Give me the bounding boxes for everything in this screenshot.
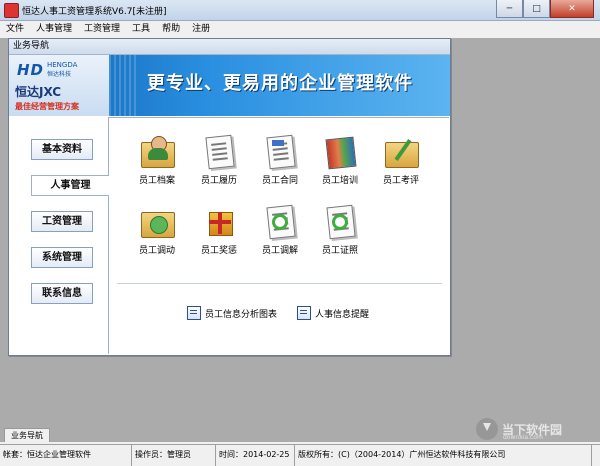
product-name: 恒达JXC [15,85,62,99]
minimize-button[interactable]: ─ [496,0,523,18]
banner-decoration [109,55,139,116]
mediation-label: 员工调解 [261,246,298,256]
window-title: 恒达人事工资管理系统V6.7[未注册] [22,7,167,17]
status-copyright: 版权所有：(C)（2004-2014）广州恒达软件科技有限公司 [295,445,592,466]
mediation-item[interactable]: 员工调解 [250,204,310,256]
logo-cn: 恒达科技 [47,71,72,78]
divider [117,283,442,284]
download-icon [476,418,498,440]
child-window-title: 业务导航 [9,39,450,55]
evaluation-label: 员工考评 [382,176,419,186]
employee-analysis-chart-label: 员工信息分析图表 [205,309,278,320]
contract-icon [262,134,298,170]
menu-tools[interactable]: 工具 [126,21,156,38]
reminder-icon [297,306,311,320]
employee-analysis-chart-link[interactable]: 员工信息分析图表 [187,306,277,320]
watermark: 当下软件园 downxia.com [476,418,562,441]
window-controls: ─ □ ✕ [496,0,594,18]
certificate-label: 员工证照 [321,246,358,256]
status-account: 帐套：恒达企业管理软件 [0,445,132,466]
nav-personnel[interactable]: 人事管理 [31,175,109,196]
employee-file-item[interactable]: 员工档案 [127,134,187,186]
app-icon [4,3,19,18]
certificate-icon [322,204,358,240]
logo-panel: HD HENGDA 恒达科技 恒达JXC 最佳经营管理方案 [9,55,109,116]
report-icon [187,306,201,320]
close-button[interactable]: ✕ [550,0,594,18]
nav-salary[interactable]: 工资管理 [31,211,93,232]
nav-contact[interactable]: 联系信息 [31,283,93,304]
nav-basic-info[interactable]: 基本资料 [31,139,93,160]
menu-bar: 文件 人事管理 工资管理 工具 帮助 注册 [0,21,600,38]
certificate-item[interactable]: 员工证照 [310,204,370,256]
logo-en: HENGDA [47,61,78,69]
resume-label: 员工履历 [200,176,237,186]
mediation-icon [262,204,298,240]
training-label: 员工培训 [321,176,358,186]
menu-help[interactable]: 帮助 [156,21,186,38]
business-navigation-window: 业务导航 HD HENGDA 恒达科技 恒达JXC 最佳经营管理方案 更专业、更… [8,38,451,356]
menu-file[interactable]: 文件 [0,21,30,38]
reward-icon [201,204,237,240]
module-panel: 员工档案 员工履历 员工合同 员工培训 员工考评 员工调动 员工奖惩 员工调解 … [108,117,449,354]
personnel-reminder-label: 人事信息提醒 [315,309,370,320]
transfer-item[interactable]: 员工调动 [127,204,187,256]
reward-item[interactable]: 员工奖惩 [189,204,249,256]
training-icon [322,134,358,170]
slogan: 最佳经营管理方案 [15,102,79,111]
personnel-reminder-link[interactable]: 人事信息提醒 [297,306,369,320]
menu-personnel[interactable]: 人事管理 [30,21,78,38]
evaluation-icon [383,134,419,170]
menu-register[interactable]: 注册 [186,21,216,38]
banner-headline: 更专业、更易用的企业管理软件 [147,73,413,94]
menu-salary[interactable]: 工资管理 [78,21,126,38]
contract-item[interactable]: 员工合同 [250,134,310,186]
task-tab-business-navigation[interactable]: 业务导航 [4,428,50,443]
transfer-label: 员工调动 [138,246,175,256]
contract-label: 员工合同 [261,176,298,186]
maximize-button[interactable]: □ [523,0,550,18]
status-bar: 帐套：恒达企业管理软件 操作员：管理员 时间：2014-02-25 版权所有：(… [0,444,600,466]
banner: HD HENGDA 恒达科技 恒达JXC 最佳经营管理方案 更专业、更易用的企业… [9,55,450,116]
employee-file-label: 员工档案 [138,176,175,186]
status-time: 时间：2014-02-25 [216,445,295,466]
watermark-sub: downxia.com [503,434,543,441]
employee-file-icon [139,134,175,170]
logo-mark: HD [17,61,45,79]
evaluation-item[interactable]: 员工考评 [371,134,431,186]
resume-item[interactable]: 员工履历 [189,134,249,186]
status-operator: 操作员：管理员 [132,445,216,466]
nav-panel: 基本资料 人事管理 工资管理 系统管理 联系信息 [9,117,109,353]
reward-label: 员工奖惩 [200,246,237,256]
training-item[interactable]: 员工培训 [310,134,370,186]
title-bar: 恒达人事工资管理系统V6.7[未注册] ─ □ ✕ [0,0,600,21]
resume-icon [201,134,237,170]
nav-system[interactable]: 系统管理 [31,247,93,268]
transfer-icon [139,204,175,240]
